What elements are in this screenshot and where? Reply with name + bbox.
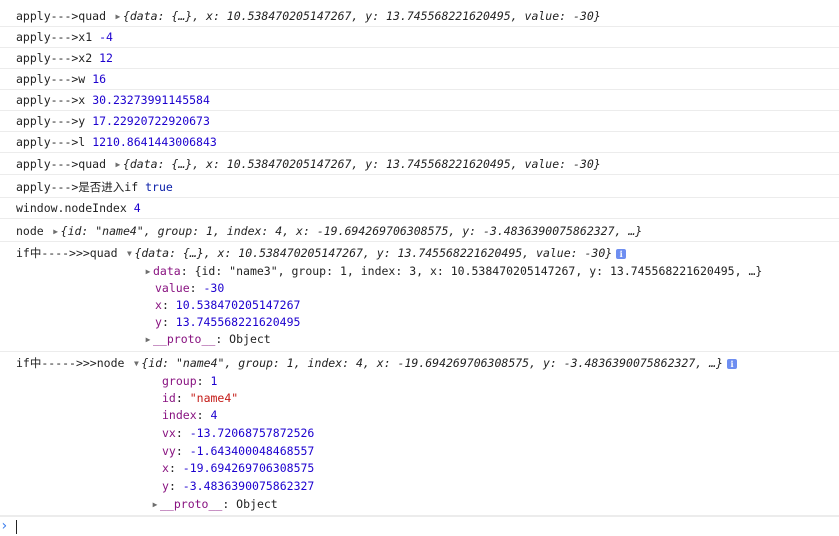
property-row[interactable]: ▶ data: {id: "name3", group: 1, index: 3,…: [143, 263, 763, 280]
property-key: __proto__: [153, 332, 216, 346]
property-key: vy: [162, 444, 176, 458]
log-value: 17.22920722920673: [92, 114, 210, 128]
log-line-quad-2: apply--->quad ▶ {data: {…}, x: 10.5384702…: [0, 154, 839, 175]
log-value: 1210.8641443006843: [92, 135, 217, 149]
log-line-enter-if: apply--->是否进入if true: [0, 177, 839, 198]
triangle-down-icon[interactable]: ▼: [124, 245, 134, 262]
info-icon[interactable]: i: [616, 248, 627, 259]
log-line-node: node ▶ {id: "name4", group: 1, index: 4, …: [0, 221, 839, 242]
console-prompt[interactable]: ›: [0, 516, 839, 536]
expanded-header: if中----->>>node ▼ {id: "name4", group: 1,…: [16, 355, 737, 372]
log-line-node-index: window.nodeIndex 4: [0, 198, 839, 219]
log-label: window.nodeIndex: [16, 201, 127, 215]
property-value: Object: [229, 332, 271, 346]
property-row: vy: -1.643400048468557: [162, 444, 315, 458]
property-value: -3.4836390075862327: [182, 479, 315, 493]
log-line-x1: apply--->x1 -4: [0, 27, 839, 48]
property-value: "name4": [189, 391, 239, 405]
property-row: value: -30: [155, 281, 225, 295]
triangle-right-icon[interactable]: ▶: [113, 7, 123, 27]
property-key: __proto__: [160, 497, 223, 511]
log-value: 30.23273991145584: [92, 93, 210, 107]
object-preview[interactable]: {id: "name4", group: 1, index: 4, x: -19…: [141, 356, 723, 370]
object-preview[interactable]: {id: "name4", group: 1, index: 4, x: -19…: [61, 224, 643, 238]
log-label: apply--->x: [16, 93, 86, 107]
log-label: apply--->是否进入if: [16, 180, 139, 194]
triangle-down-icon[interactable]: ▼: [131, 355, 141, 372]
log-value: 12: [99, 51, 113, 65]
property-value: {id: "name3", group: 1, index: 3, x: 10.…: [194, 264, 763, 278]
property-value: -19.694269706308575: [182, 461, 315, 475]
triangle-right-icon[interactable]: ▶: [113, 155, 123, 175]
property-key: index: [162, 408, 197, 422]
log-label: if中----->>>node: [16, 356, 125, 370]
log-label: apply--->x1: [16, 30, 93, 44]
text-caret: [16, 520, 17, 534]
property-key: x: [162, 461, 169, 475]
property-key: id: [162, 391, 176, 405]
property-row: group: 1: [162, 374, 218, 388]
log-line-l: apply--->l 1210.8641443006843: [0, 132, 839, 153]
expanded-header: if中---->>>quad ▼ {data: {…}, x: 10.538470…: [16, 245, 627, 262]
log-entry-quad-expanded: if中---->>>quad ▼ {data: {…}, x: 10.538470…: [0, 245, 839, 352]
log-label: apply--->w: [16, 72, 86, 86]
property-row: vx: -13.72068757872526: [162, 426, 315, 440]
property-key: y: [155, 315, 162, 329]
property-key: group: [162, 374, 197, 388]
log-value: 4: [133, 201, 141, 215]
property-value: -30: [203, 281, 225, 295]
property-key: y: [162, 479, 169, 493]
log-label: node: [16, 224, 44, 238]
property-key: x: [155, 298, 162, 312]
log-label: apply--->quad: [16, 157, 107, 171]
property-value: 1: [210, 374, 218, 388]
object-preview[interactable]: {data: {…}, x: 10.538470205147267, y: 13…: [123, 157, 601, 171]
log-line-y: apply--->y 17.22920722920673: [0, 111, 839, 132]
chevron-right-icon: ›: [0, 518, 9, 534]
triangle-right-icon[interactable]: ▶: [143, 331, 153, 348]
property-row: x: -19.694269706308575: [162, 461, 315, 475]
property-row[interactable]: ▶ __proto__: Object: [143, 331, 271, 348]
object-preview[interactable]: {data: {…}, x: 10.538470205147267, y: 13…: [134, 246, 612, 260]
property-value: 4: [210, 408, 218, 422]
log-line-x2: apply--->x2 12: [0, 48, 839, 69]
property-value: -1.643400048468557: [189, 444, 315, 458]
triangle-right-icon[interactable]: ▶: [51, 222, 61, 242]
log-label: apply--->l: [16, 135, 86, 149]
property-value: 10.538470205147267: [175, 298, 301, 312]
triangle-right-icon[interactable]: ▶: [150, 496, 160, 513]
object-preview[interactable]: {data: {…}, x: 10.538470205147267, y: 13…: [123, 9, 601, 23]
property-key: vx: [162, 426, 176, 440]
property-value: 13.745568221620495: [175, 315, 301, 329]
info-icon[interactable]: i: [726, 358, 737, 369]
property-row[interactable]: ▶ __proto__: Object: [150, 496, 278, 513]
log-label: apply--->quad: [16, 9, 107, 23]
log-value: -4: [99, 30, 113, 44]
property-row: id: "name4": [162, 391, 239, 405]
triangle-right-icon[interactable]: ▶: [143, 263, 153, 280]
property-row: y: 13.745568221620495: [155, 315, 301, 329]
property-key: data: [153, 264, 181, 278]
log-line-w: apply--->w 16: [0, 69, 839, 90]
log-label: apply--->x2: [16, 51, 93, 65]
property-value: -13.72068757872526: [189, 426, 315, 440]
log-line-x: apply--->x 30.23273991145584: [0, 90, 839, 111]
property-row: index: 4: [162, 408, 218, 422]
log-value: true: [145, 180, 173, 194]
property-key: value: [155, 281, 190, 295]
log-entry-node-expanded: if中----->>>node ▼ {id: "name4", group: 1,…: [0, 355, 839, 516]
log-line-quad-1: apply--->quad ▶ {data: {…}, x: 10.5384702…: [0, 6, 839, 27]
log-label: if中---->>>quad: [16, 246, 118, 260]
property-value: Object: [236, 497, 278, 511]
property-row: x: 10.538470205147267: [155, 298, 301, 312]
log-value: 16: [92, 72, 107, 86]
property-row: y: -3.4836390075862327: [162, 479, 315, 493]
log-label: apply--->y: [16, 114, 86, 128]
